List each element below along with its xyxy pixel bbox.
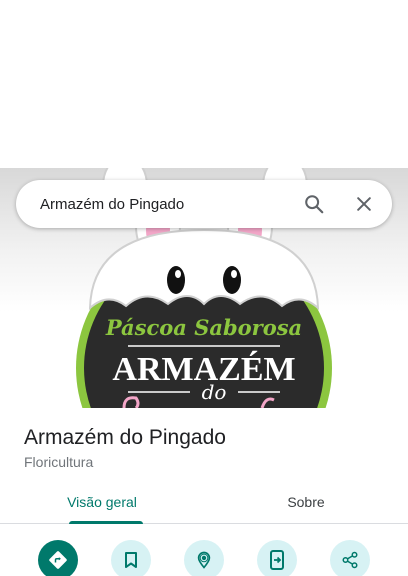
nearby-button[interactable] (184, 540, 224, 576)
tab-about[interactable]: Sobre (204, 480, 408, 523)
search-input[interactable]: Armazém do Pingado (40, 196, 296, 213)
tab-overview[interactable]: Visão geral (0, 480, 204, 523)
sign-text-line3: do (202, 380, 227, 404)
directions-button[interactable] (38, 540, 78, 576)
send-to-phone-icon (270, 550, 284, 570)
tab-about-label: Sobre (287, 493, 325, 510)
tab-bar: Visão geral Sobre (0, 480, 408, 524)
search-bar[interactable]: Armazém do Pingado (16, 180, 392, 228)
sign-text-line1: Páscoa Saborosa (105, 315, 302, 340)
share-button[interactable] (330, 540, 370, 576)
place-page: Páscoa Saborosa ARMAZÉM do Armazém do Pi… (0, 0, 408, 576)
close-icon[interactable] (346, 186, 382, 222)
place-category: Floricultura (24, 454, 94, 470)
send-to-phone-button[interactable] (257, 540, 297, 576)
share-icon (342, 551, 358, 569)
action-buttons (0, 540, 408, 576)
nearby-icon (197, 551, 211, 569)
save-button[interactable] (111, 540, 151, 576)
tab-overview-label: Visão geral (67, 493, 137, 510)
place-title: Armazém do Pingado (24, 426, 226, 449)
active-tab-indicator (69, 521, 143, 524)
directions-icon (49, 551, 67, 569)
search-icon[interactable] (296, 186, 332, 222)
bookmark-icon (125, 552, 137, 568)
